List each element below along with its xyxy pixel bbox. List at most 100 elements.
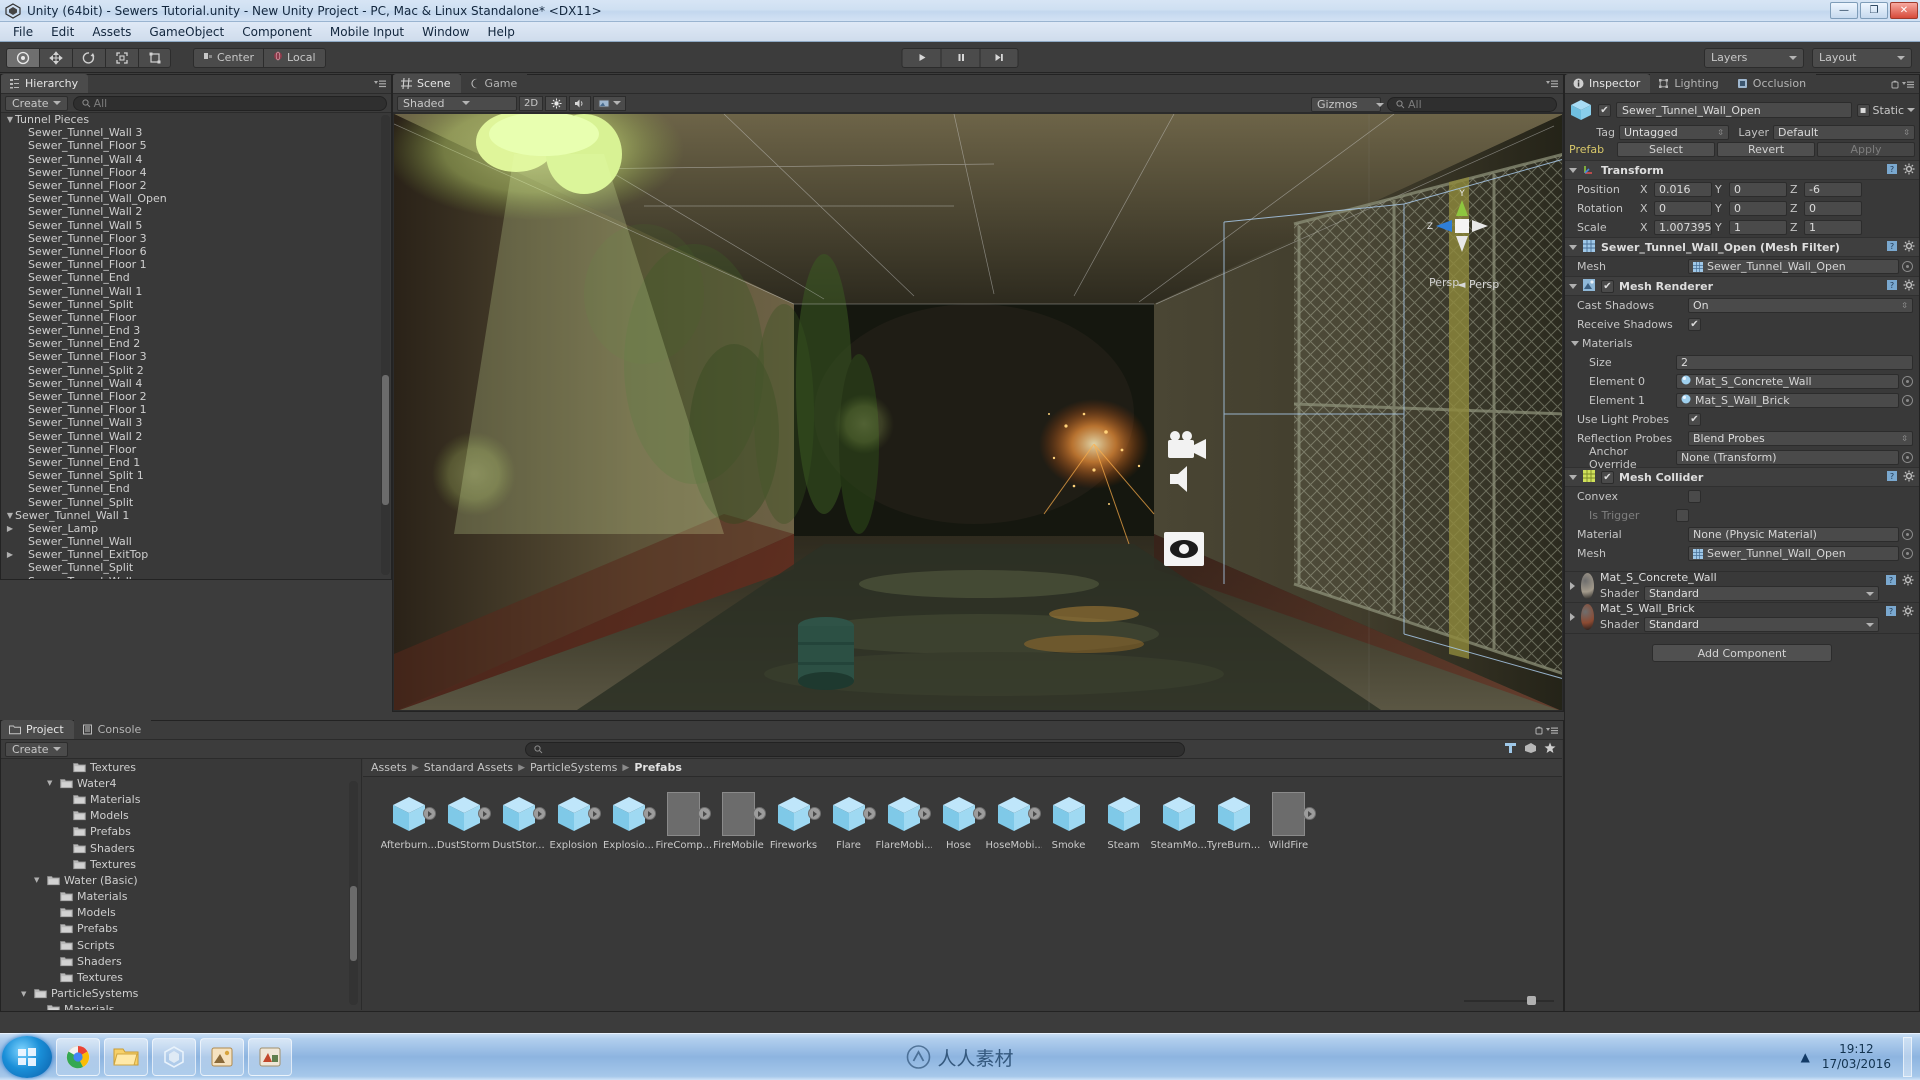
asset-item[interactable]: DustStor...	[491, 791, 546, 851]
chevron-down-icon[interactable]: ▼	[47, 779, 56, 787]
project-folder-item[interactable]: Textures	[2, 969, 361, 985]
breadcrumb-item[interactable]: Prefabs	[634, 761, 682, 774]
start-orb-button[interactable]	[2, 1036, 52, 1078]
transform-scale-y-field[interactable]: 1	[1729, 220, 1787, 235]
taskbar-app2-button[interactable]	[248, 1038, 292, 1076]
hierarchy-item[interactable]: ▶ Sewer_Tunnel_ExitTop	[1, 548, 391, 561]
hierarchy-item[interactable]: Sewer_Tunnel_Wall 1	[1, 284, 391, 298]
scale-tool-button[interactable]	[105, 47, 138, 68]
mesh-filter-mesh-field[interactable]: Sewer_Tunnel_Wall_Open	[1688, 259, 1899, 274]
hierarchy-item[interactable]: Sewer_Tunnel_End 3	[1, 324, 391, 337]
asset-item[interactable]: Fireworks	[766, 791, 821, 851]
mesh-renderer-enabled-checkbox[interactable]: ✔	[1601, 279, 1614, 293]
maximize-button[interactable]: ❐	[1860, 2, 1888, 19]
material-element-field[interactable]: Mat_S_Concrete_Wall	[1676, 374, 1899, 389]
object-picker-icon[interactable]	[1902, 376, 1913, 387]
tray-expand-icon[interactable]: ▲	[1801, 1050, 1810, 1064]
asset-item[interactable]: FlareMobi...	[876, 791, 932, 851]
asset-item[interactable]: FireMobile	[711, 791, 766, 851]
chevron-right-icon[interactable]	[1570, 613, 1575, 621]
expand-prefab-icon[interactable]	[752, 807, 766, 820]
asset-item[interactable]: TyreBurn...	[1206, 791, 1261, 851]
object-picker-icon[interactable]	[1902, 529, 1913, 540]
pause-button[interactable]	[940, 47, 980, 68]
gear-icon[interactable]	[1903, 279, 1915, 294]
hierarchy-item[interactable]: Sewer_Tunnel_Split	[1, 495, 391, 509]
add-component-button[interactable]: Add Component	[1652, 644, 1832, 662]
hierarchy-item[interactable]: Sewer_Tunnel_Wall 4	[1, 377, 391, 390]
project-folder-tree[interactable]: Textures ▼ Water4 Materials Models Prefabs Sha…	[2, 759, 362, 1010]
chevron-down-icon[interactable]	[1569, 474, 1577, 480]
expand-prefab-icon[interactable]	[697, 807, 711, 820]
transform-component-header[interactable]: Transform ?	[1565, 160, 1919, 180]
taskbar-browser-button[interactable]	[56, 1038, 100, 1076]
shading-mode-dropdown[interactable]: Shaded	[397, 95, 517, 111]
object-picker-icon[interactable]	[1902, 261, 1913, 272]
asset-item[interactable]: FireComp...	[656, 791, 712, 851]
play-button[interactable]	[901, 47, 941, 68]
shader-dropdown[interactable]: Standard	[1644, 617, 1879, 632]
close-button[interactable]: ✕	[1890, 2, 1918, 19]
gear-icon[interactable]	[1903, 470, 1915, 485]
tag-dropdown[interactable]: Untagged ⇳	[1619, 125, 1729, 140]
hierarchy-scroll-thumb[interactable]	[382, 375, 389, 505]
toggle-2d-button[interactable]: 2D	[519, 95, 544, 111]
chevron-down-icon[interactable]: ▼	[21, 990, 30, 998]
hierarchy-item[interactable]: Sewer_Tunnel_Floor 1	[1, 258, 391, 271]
mesh-renderer-component-header[interactable]: ✔ Mesh Renderer ?	[1565, 276, 1919, 296]
taskbar-app-button[interactable]	[200, 1038, 244, 1076]
chevron-right-icon[interactable]: ▶	[5, 550, 15, 559]
transform-position-y-field[interactable]: 0	[1729, 182, 1787, 197]
static-checkbox[interactable]: ▪	[1856, 103, 1870, 117]
hierarchy-item[interactable]: Sewer_Tunnel_Floor 6	[1, 245, 391, 258]
convex-checkbox[interactable]	[1688, 490, 1701, 503]
tab-scene[interactable]: Scene	[393, 74, 461, 93]
materials-size-field[interactable]: 2	[1676, 355, 1913, 370]
gizmos-dropdown[interactable]: Gizmos	[1311, 97, 1384, 112]
help-icon[interactable]: ?	[1886, 163, 1898, 178]
tab-inspector[interactable]: Inspector	[1565, 74, 1651, 93]
chevron-down-icon[interactable]: ▼	[34, 876, 43, 884]
favorites-icon[interactable]	[1544, 742, 1556, 757]
project-folder-item[interactable]: Materials	[2, 1002, 361, 1010]
breadcrumb-item[interactable]: ParticleSystems	[530, 761, 617, 774]
project-tree-scroll-thumb[interactable]	[350, 886, 357, 961]
transform-rotation-y-field[interactable]: 0	[1729, 201, 1787, 216]
transform-rotation-z-field[interactable]: 0	[1804, 201, 1862, 216]
rotate-tool-button[interactable]	[72, 47, 105, 68]
menu-item-gameobject[interactable]: GameObject	[140, 23, 233, 41]
asset-item[interactable]: Explosion	[546, 791, 601, 851]
shader-dropdown[interactable]: Standard	[1644, 586, 1879, 601]
minimize-button[interactable]: —	[1830, 2, 1858, 19]
tab-hierarchy[interactable]: Hierarchy	[1, 74, 89, 93]
scene-effects-toggle[interactable]	[593, 95, 627, 111]
hierarchy-item[interactable]: Sewer_Tunnel_Floor	[1, 311, 391, 324]
expand-prefab-icon[interactable]	[477, 807, 491, 820]
asset-grid[interactable]: Afterburn... DustStorm DustStor... Explosio…	[363, 777, 1562, 851]
hierarchy-list[interactable]: ▼ Tunnel Pieces Sewer_Tunnel_Wall 3 Sewer_T…	[1, 113, 391, 579]
anchor-override-field[interactable]: None (Transform)	[1676, 450, 1899, 465]
project-folder-item[interactable]: ▼ Water4	[2, 775, 361, 791]
object-enabled-checkbox[interactable]: ✔	[1598, 103, 1611, 117]
project-folder-item[interactable]: Models	[2, 905, 361, 921]
rect-tool-button[interactable]	[138, 47, 171, 68]
asset-item[interactable]: Hose	[931, 791, 986, 851]
hierarchy-item[interactable]: Sewer_Tunnel_End 1	[1, 456, 391, 469]
gear-icon[interactable]	[1902, 574, 1914, 589]
transform-position-x-field[interactable]: 0.016	[1654, 182, 1712, 197]
project-panel-menu[interactable]	[1535, 725, 1559, 736]
scene-panel-menu[interactable]	[1545, 79, 1559, 89]
space-mode-button[interactable]: Local	[263, 47, 326, 68]
hierarchy-item[interactable]: Sewer_Tunnel_Wall 5	[1, 219, 391, 232]
expand-prefab-icon[interactable]	[862, 807, 876, 820]
hierarchy-item[interactable]: Sewer_Tunnel_Split 1	[1, 469, 391, 482]
filter-type-icon[interactable]	[1504, 742, 1517, 757]
project-create-button[interactable]: Create	[5, 741, 68, 757]
hand-tool-button[interactable]	[6, 47, 39, 68]
receive-shadows-checkbox[interactable]: ✔	[1688, 318, 1701, 331]
hierarchy-item[interactable]: ▼ Sewer_Tunnel_Wall 1	[1, 509, 391, 522]
object-picker-icon[interactable]	[1902, 395, 1913, 406]
step-button[interactable]	[979, 47, 1019, 68]
chevron-right-icon[interactable]: ▶	[5, 524, 15, 533]
help-icon[interactable]: ?	[1885, 574, 1897, 589]
